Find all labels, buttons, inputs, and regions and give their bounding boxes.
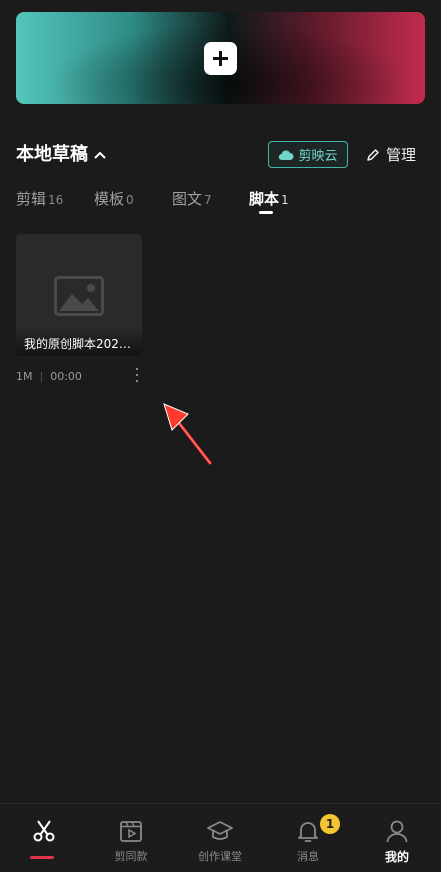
nav-label: 创作课堂 xyxy=(198,850,242,863)
tab-graphic-text[interactable]: 图文 7 xyxy=(172,188,212,209)
draft-duration: 00:00 xyxy=(50,369,82,383)
tab-label: 剪辑 xyxy=(16,190,47,208)
bell-icon xyxy=(298,822,318,842)
tab-count: 0 xyxy=(126,193,134,207)
cloud-icon xyxy=(279,150,294,160)
draft-more-button[interactable] xyxy=(133,368,141,382)
nav-edit[interactable] xyxy=(0,818,88,848)
cloud-button[interactable]: 剪映云 xyxy=(268,141,348,168)
tab-count: 16 xyxy=(48,193,64,207)
plus-icon xyxy=(213,51,228,66)
dot xyxy=(136,368,138,370)
drafts-title-toggle[interactable]: 本地草稿 xyxy=(16,141,106,169)
nav-label: 消息 xyxy=(297,850,319,863)
tab-label: 脚本 xyxy=(249,190,280,208)
bottom-navigation: 剪同款 创作课堂 消息 1 我的 xyxy=(0,803,441,872)
dot xyxy=(136,374,138,376)
tab-count: 1 xyxy=(281,193,289,207)
active-nav-indicator xyxy=(30,856,54,859)
screen: 本地草稿 剪映云 管理 剪辑 16 模板 0 图文 7 脚本 1 我的原创脚本2… xyxy=(0,0,441,872)
nav-creator-class[interactable]: 创作课堂 xyxy=(176,818,264,864)
active-tab-indicator xyxy=(259,211,273,214)
draft-meta: 1M | 00:00 xyxy=(16,369,142,383)
person-icon xyxy=(386,820,408,843)
tab-template[interactable]: 模板 0 xyxy=(94,188,134,209)
draft-tabs: 剪辑 16 模板 0 图文 7 脚本 1 xyxy=(16,188,425,218)
nav-label: 我的 xyxy=(384,850,409,864)
nav-label: 剪同款 xyxy=(114,850,148,863)
clapperboard-icon xyxy=(120,821,142,842)
scissors-icon xyxy=(33,820,55,842)
tab-count: 7 xyxy=(204,193,212,207)
manage-button[interactable]: 管理 xyxy=(366,141,416,168)
create-project-button[interactable] xyxy=(204,42,237,75)
manage-label: 管理 xyxy=(386,146,417,164)
pencil-icon xyxy=(367,148,379,161)
tab-label: 图文 xyxy=(172,190,203,208)
nav-same-template[interactable]: 剪同款 xyxy=(87,818,175,864)
cloud-button-label: 剪映云 xyxy=(298,149,338,164)
draft-card[interactable]: 我的原创脚本202… xyxy=(16,234,142,356)
meta-divider: | xyxy=(39,369,44,383)
annotation-arrow-icon xyxy=(163,403,212,465)
drafts-title: 本地草稿 xyxy=(16,144,88,165)
chevron-up-icon xyxy=(94,151,106,159)
tab-script[interactable]: 脚本 1 xyxy=(249,188,289,209)
image-placeholder-icon xyxy=(54,276,104,316)
message-badge: 1 xyxy=(320,814,340,834)
graduation-cap-icon xyxy=(207,821,233,840)
dot xyxy=(136,380,138,382)
nav-me[interactable]: 我的 xyxy=(353,818,441,865)
draft-name: 我的原创脚本202… xyxy=(24,337,131,351)
draft-size: 1M xyxy=(16,369,33,383)
tab-edit[interactable]: 剪辑 16 xyxy=(16,188,63,209)
tab-label: 模板 xyxy=(94,190,125,208)
drafts-header: 本地草稿 剪映云 管理 xyxy=(16,141,425,169)
